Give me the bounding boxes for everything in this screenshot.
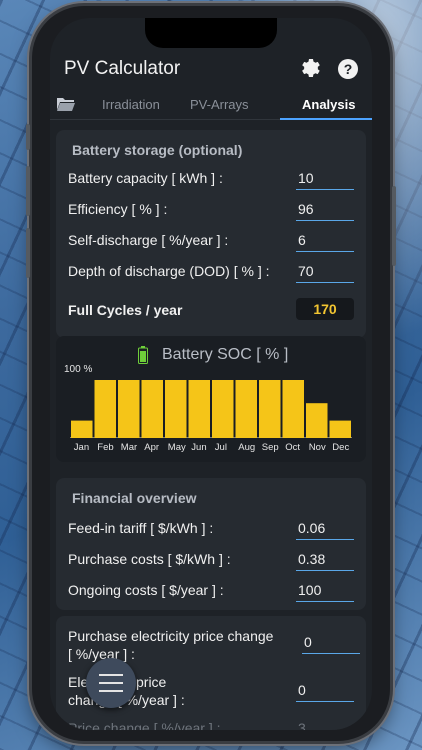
app-title: PV Calculator bbox=[64, 58, 181, 79]
purchase-costs-label: Purchase costs [ $/kWh ] : bbox=[68, 551, 231, 567]
ongoing-costs-input[interactable]: 100 bbox=[296, 582, 354, 602]
efficiency-label: Efficiency [ % ] : bbox=[68, 201, 168, 217]
feed-in-tariff-label: Feed-in tariff [ $/kWh ] : bbox=[68, 520, 214, 536]
soc-bar bbox=[235, 380, 257, 438]
tab-analysis[interactable]: Analysis bbox=[302, 97, 355, 112]
month-tick-label: Apr bbox=[144, 442, 160, 453]
battery-capacity-input[interactable]: 10 bbox=[296, 170, 354, 190]
notch bbox=[145, 18, 277, 48]
dod-label: Depth of discharge (DOD) [ % ] : bbox=[68, 263, 270, 279]
folder-icon[interactable] bbox=[56, 96, 76, 112]
volume-down-button bbox=[26, 228, 30, 278]
gear-icon[interactable] bbox=[298, 57, 322, 81]
help-icon[interactable]: ? bbox=[336, 57, 360, 81]
soc-bar bbox=[165, 380, 187, 438]
month-tick-label: Jul bbox=[214, 442, 227, 453]
electricity-price-label-end: price bbox=[136, 674, 167, 690]
month-tick-label: Mar bbox=[120, 442, 138, 453]
month-tick-label: Jan bbox=[73, 442, 90, 453]
soc-bar bbox=[118, 380, 140, 438]
soc-bars bbox=[70, 380, 352, 438]
app-bar: PV Calculator ? bbox=[50, 52, 372, 88]
month-tick-label: Jun bbox=[191, 442, 207, 453]
soc-bar bbox=[259, 380, 281, 438]
volume-up-button bbox=[26, 166, 30, 216]
soc-bar bbox=[282, 380, 304, 438]
soc-bar bbox=[141, 380, 163, 438]
self-discharge-label: Self-discharge [ %/year ] : bbox=[68, 232, 229, 248]
month-tick-label: May bbox=[167, 442, 186, 453]
month-tick-label: Oct bbox=[285, 442, 301, 453]
soc-bar bbox=[94, 380, 116, 438]
soc-bar bbox=[71, 420, 93, 438]
soc-bar bbox=[329, 420, 351, 438]
price-change-input[interactable]: 3 bbox=[296, 720, 354, 730]
tab-pv-arrays[interactable]: PV-Arrays bbox=[190, 97, 249, 112]
battery-soc-chart: Battery SOC [ % ] 100 % Jan Feb Mar Apr May J… bbox=[56, 336, 366, 462]
financial-section-title: Financial overview bbox=[72, 490, 197, 506]
purchase-price-change-label: Purchase electricity price change bbox=[68, 628, 274, 644]
svg-text:?: ? bbox=[344, 61, 353, 77]
y-axis-label: 100 % bbox=[64, 364, 93, 375]
purchase-price-change-input[interactable]: 0 bbox=[302, 634, 360, 654]
power-button bbox=[392, 186, 396, 266]
feed-in-tariff-input[interactable]: 0.06 bbox=[296, 520, 354, 540]
full-cycles-value: 170 bbox=[296, 298, 354, 320]
soc-bar bbox=[212, 380, 234, 438]
ongoing-costs-label: Ongoing costs [ $/year ] : bbox=[68, 582, 224, 598]
full-cycles-label: Full Cycles / year bbox=[68, 302, 183, 318]
active-tab-indicator bbox=[280, 118, 372, 120]
tab-bar: Irradiation PV-Arrays Analysis bbox=[50, 90, 372, 120]
month-tick-label: Sep bbox=[261, 442, 279, 453]
chart-title: Battery SOC [ % ] bbox=[162, 346, 289, 363]
electricity-price-change-input[interactable]: 0 bbox=[296, 682, 354, 702]
mute-button bbox=[26, 124, 30, 150]
phone-frame: PV Calculator ? Irradiation PV-Arrays An… bbox=[26, 6, 396, 741]
month-tick-label: Aug bbox=[238, 442, 256, 453]
tab-irradiation[interactable]: Irradiation bbox=[102, 97, 160, 112]
soc-bar bbox=[306, 403, 328, 438]
self-discharge-input[interactable]: 6 bbox=[296, 232, 354, 252]
financial-overview-card: Financial overview Feed-in tariff [ $/kW… bbox=[56, 478, 366, 610]
battery-storage-card: Battery storage (optional) Battery capac… bbox=[56, 130, 366, 338]
app-screen: PV Calculator ? Irradiation PV-Arrays An… bbox=[50, 18, 372, 730]
dod-input[interactable]: 70 bbox=[296, 263, 354, 283]
menu-icon-line bbox=[99, 690, 123, 692]
efficiency-input[interactable]: 96 bbox=[296, 201, 354, 221]
menu-icon-line bbox=[99, 682, 123, 684]
battery-capacity-label: Battery capacity [ kWh ] : bbox=[68, 170, 223, 186]
soc-bar bbox=[188, 380, 210, 438]
menu-button[interactable] bbox=[86, 658, 136, 708]
month-tick-label: Feb bbox=[97, 442, 114, 453]
menu-icon-line bbox=[99, 674, 123, 676]
battery-section-title: Battery storage (optional) bbox=[72, 142, 243, 158]
month-tick-label: Dec bbox=[332, 442, 350, 453]
battery-icon bbox=[138, 346, 148, 364]
month-tick-label: Nov bbox=[308, 442, 326, 453]
purchase-costs-input[interactable]: 0.38 bbox=[296, 551, 354, 571]
price-change-label: Price change [ %/year ] : bbox=[68, 720, 221, 730]
